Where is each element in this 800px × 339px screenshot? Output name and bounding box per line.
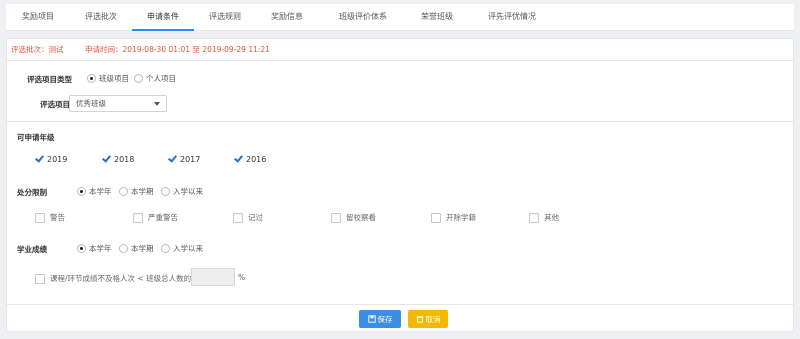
cancel-button[interactable]: 取消	[408, 310, 448, 328]
tab-award-items[interactable]: 奖励项目	[6, 4, 70, 31]
radio-personal-project[interactable]: 个人项目	[134, 73, 176, 84]
radio-academic-this-term[interactable]: 本学期	[119, 243, 154, 254]
save-button[interactable]: 保存	[359, 310, 401, 328]
radio-dot	[119, 244, 128, 253]
section-divider	[7, 121, 793, 122]
project-item-select[interactable]: 优秀班级	[69, 95, 167, 112]
check-icon	[167, 154, 177, 164]
punishment-demerit-checkbox[interactable]: 记过	[233, 212, 263, 223]
punishment-warning-checkbox[interactable]: 警告	[35, 212, 65, 223]
check-icon	[34, 154, 44, 164]
punishment-label: 处分限制	[17, 188, 47, 197]
radio-dot	[87, 74, 96, 83]
punishment-serious-warning-checkbox[interactable]: 严重警告	[133, 212, 178, 223]
grade-checkbox-2017[interactable]: 2017	[167, 154, 200, 164]
radio-dot	[119, 187, 128, 196]
grade-checkbox-2016[interactable]: 2016	[233, 154, 266, 164]
failing-percentage-input[interactable]	[191, 268, 235, 286]
radio-academic-this-year[interactable]: 本学年	[77, 243, 112, 254]
conditions-panel: 评选批次：测试 申请时间：2019-08-30 01:01 至 2019-09-…	[6, 38, 794, 332]
tab-selection-batch[interactable]: 评选批次	[70, 4, 132, 31]
failing-grade-condition-checkbox[interactable]: 课程/环节成绩不及格人次 < 班级总人数的	[35, 273, 191, 284]
radio-dot	[161, 187, 170, 196]
project-item-label: 评选项目	[40, 100, 70, 109]
check-icon	[233, 154, 243, 164]
batch-info-bar: 评选批次：测试 申请时间：2019-08-30 01:01 至 2019-09-…	[7, 39, 793, 61]
chevron-down-icon	[154, 102, 160, 106]
radio-dot	[134, 74, 143, 83]
tab-bar: 奖励项目 评选批次 申请条件 评选规则 奖励信息 班级评价体系 荣誉班级 评先评…	[6, 4, 794, 31]
application-time: 申请时间：2019-08-30 01:01 至 2019-09-29 11:21	[85, 45, 270, 54]
radio-punishment-this-year[interactable]: 本学年	[77, 186, 112, 197]
percent-unit: %	[238, 273, 246, 282]
footer-divider	[7, 304, 793, 305]
trash-icon	[416, 316, 423, 323]
tab-class-evaluation-system[interactable]: 班级评价体系	[318, 4, 408, 31]
radio-dot	[161, 244, 170, 253]
punishment-expulsion-checkbox[interactable]: 开除学籍	[431, 212, 476, 223]
punishment-probation-checkbox[interactable]: 留校察看	[331, 212, 376, 223]
project-type-label: 评选项目类型	[27, 75, 72, 84]
save-icon	[367, 315, 376, 323]
grade-checkbox-2019[interactable]: 2019	[34, 154, 67, 164]
radio-class-project[interactable]: 班级项目	[87, 73, 129, 84]
radio-dot	[77, 244, 86, 253]
tab-selection-rules[interactable]: 评选规则	[194, 4, 256, 31]
tab-application-conditions[interactable]: 申请条件	[132, 4, 194, 31]
academic-label: 学业成绩	[17, 245, 47, 254]
batch-name: 评选批次：测试	[11, 45, 64, 54]
radio-dot	[77, 187, 86, 196]
punishment-other-checkbox[interactable]: 其他	[529, 212, 559, 223]
check-icon	[101, 154, 111, 164]
tab-evaluation-status[interactable]: 评先评优情况	[466, 4, 558, 31]
grade-checkbox-2018[interactable]: 2018	[101, 154, 134, 164]
tab-award-info[interactable]: 奖励信息	[256, 4, 318, 31]
radio-punishment-since-enrollment[interactable]: 入学以来	[161, 186, 203, 197]
grades-label: 可申请年级	[17, 133, 55, 142]
radio-punishment-this-term[interactable]: 本学期	[119, 186, 154, 197]
radio-academic-since-enrollment[interactable]: 入学以来	[161, 243, 203, 254]
tab-honor-class[interactable]: 荣誉班级	[408, 4, 466, 31]
